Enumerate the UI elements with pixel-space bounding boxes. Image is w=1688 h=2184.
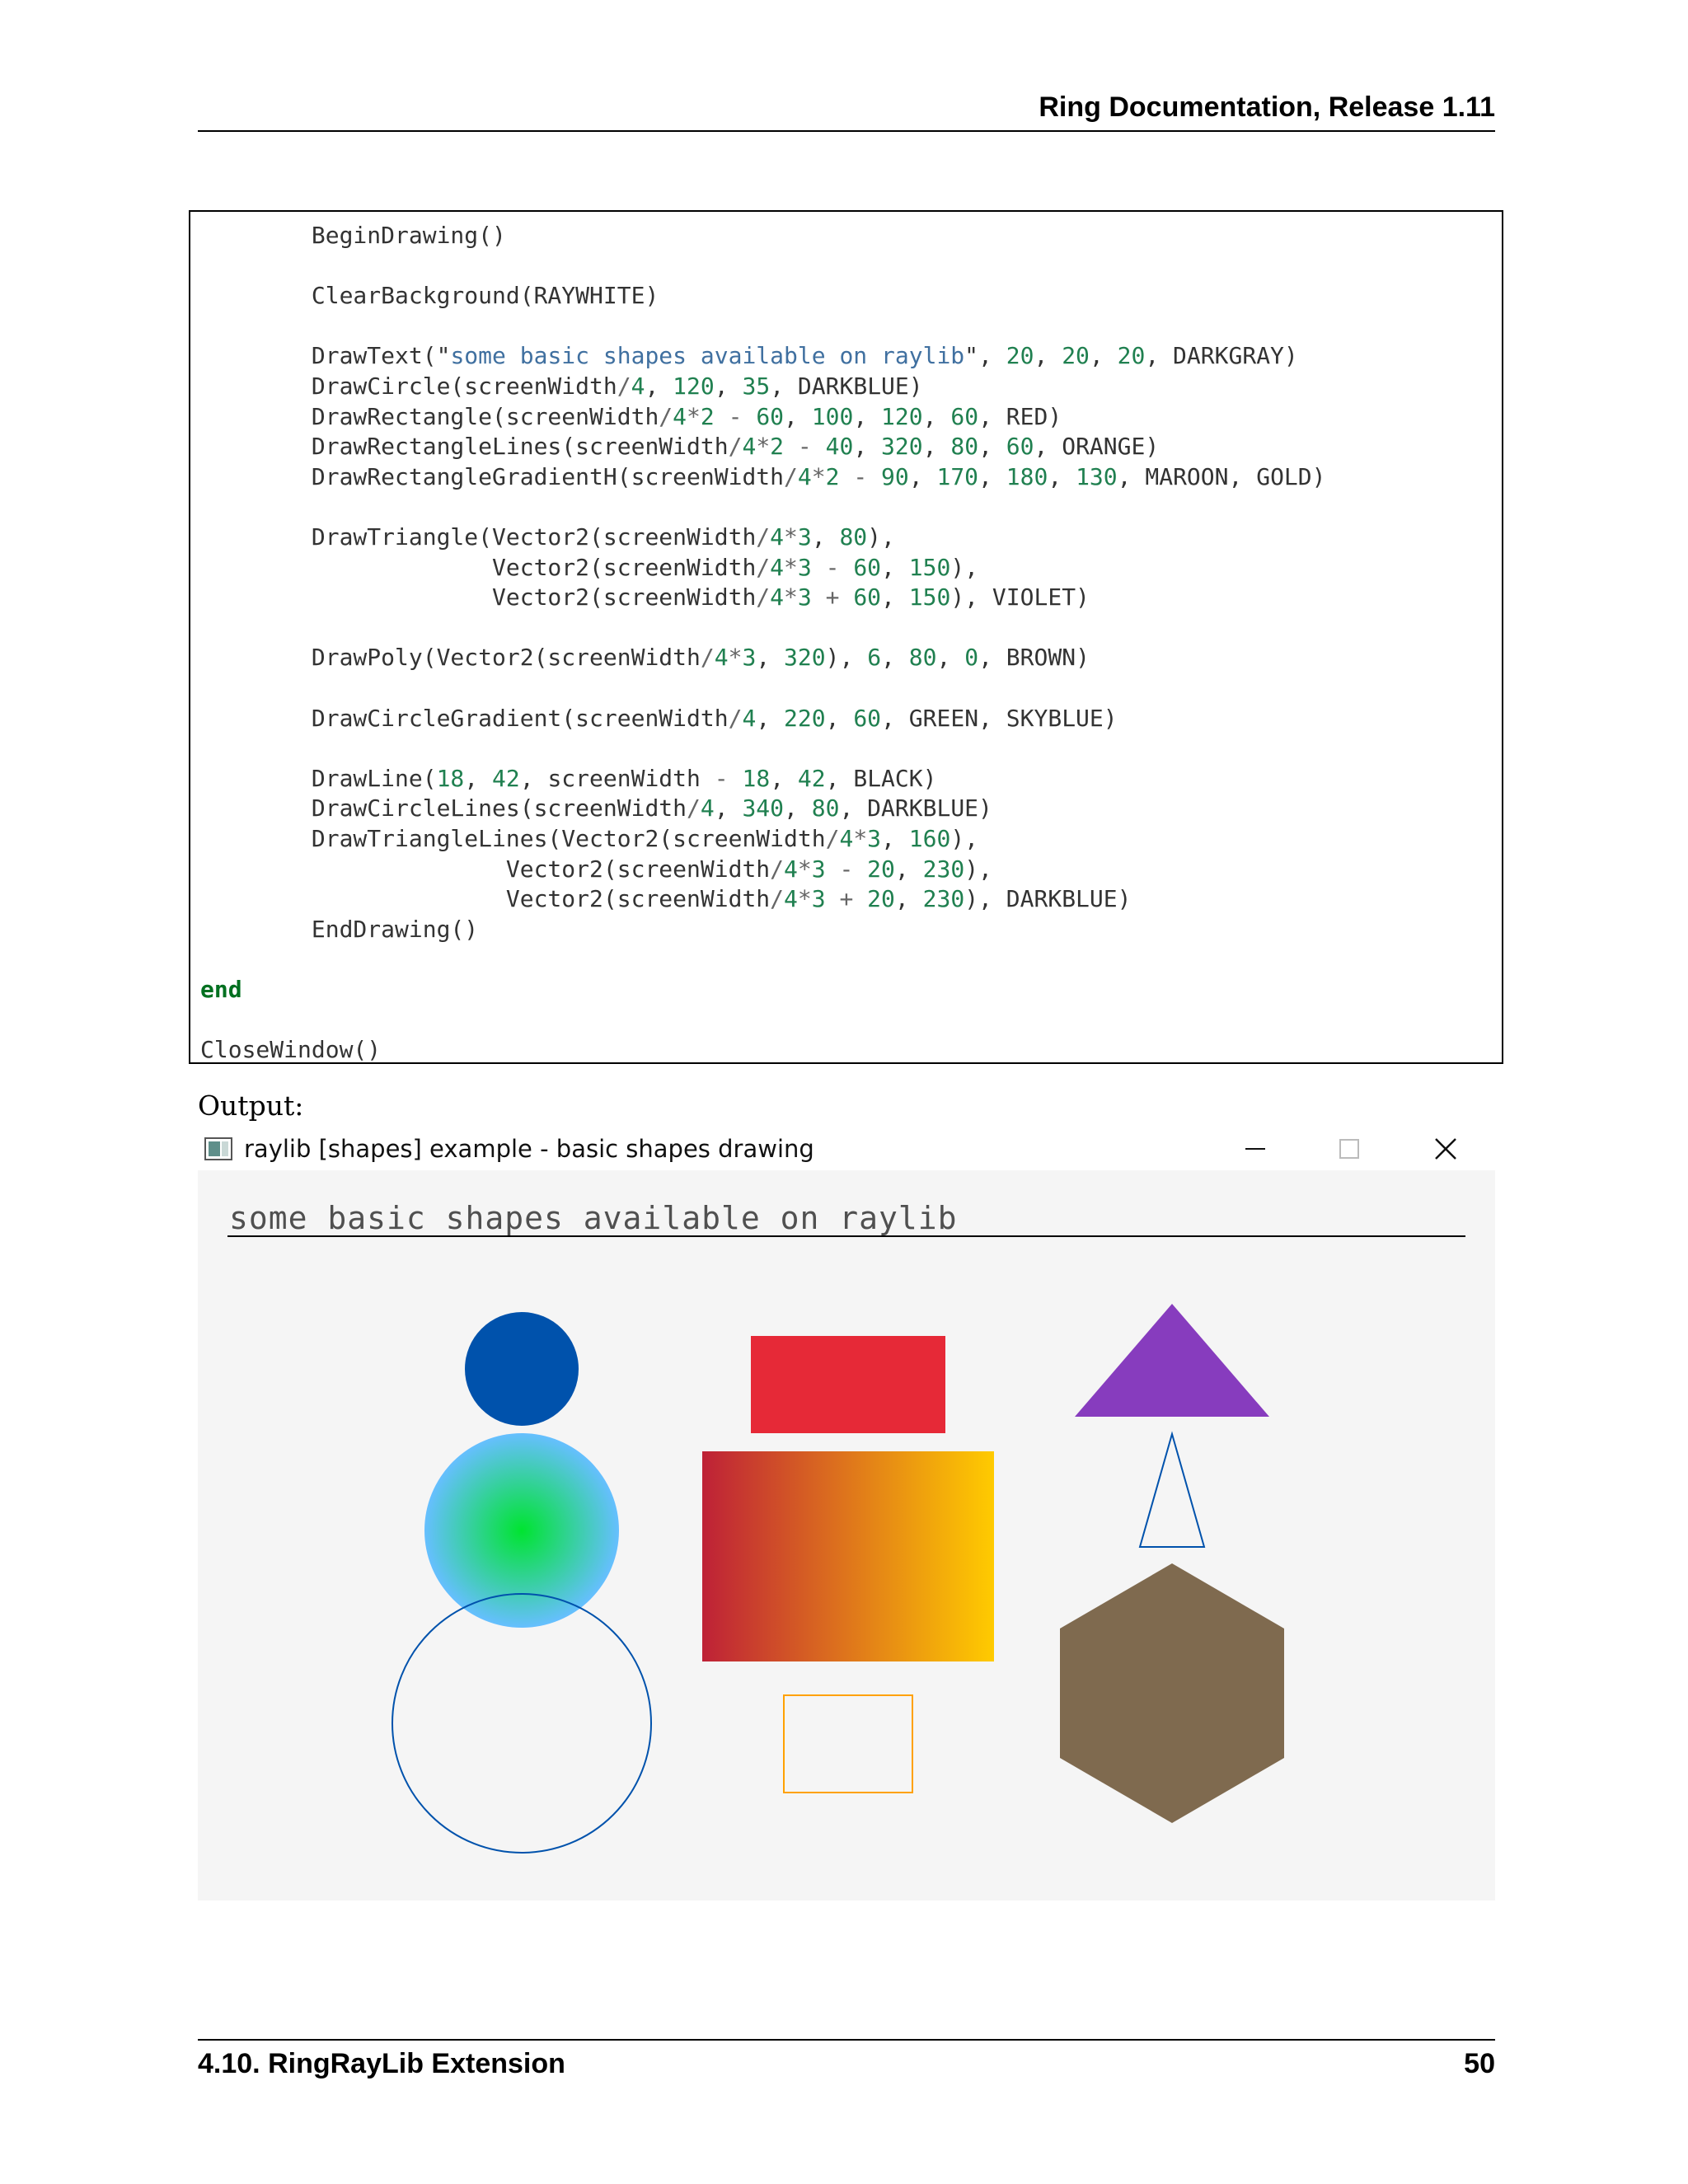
- code-line: EndDrawing(): [200, 915, 479, 943]
- brown-hexagon: [1060, 1563, 1284, 1823]
- app-icon: [204, 1137, 232, 1160]
- code-block: BeginDrawing() ClearBackground(RAYWHITE)…: [189, 210, 1503, 1064]
- page-header-title: Ring Documentation, Release 1.11: [1039, 91, 1495, 123]
- raylib-canvas: some basic shapes available on raylib: [198, 1170, 1495, 1900]
- canvas-text: some basic shapes available on raylib: [229, 1200, 958, 1236]
- code-line: DrawRectangle(screenWidth/4*2 - 60, 100,…: [200, 402, 1062, 430]
- maximize-button[interactable]: [1324, 1132, 1373, 1165]
- gradient-circle: [424, 1433, 619, 1628]
- close-button[interactable]: [1419, 1132, 1469, 1165]
- page-number: 50: [1464, 2048, 1495, 2079]
- footer-rule: [198, 2039, 1495, 2041]
- code-line: Vector2(screenWidth/4*3 - 60, 150),: [200, 553, 979, 581]
- close-icon: [1435, 1138, 1456, 1160]
- window-titlebar[interactable]: raylib [shapes] example - basic shapes d…: [198, 1127, 1495, 1170]
- footer-section: 4.10. RingRayLib Extension: [198, 2048, 565, 2079]
- window-title: raylib [shapes] example - basic shapes d…: [244, 1135, 814, 1163]
- code-line: DrawCircleGradient(screenWidth/4, 220, 6…: [200, 704, 1118, 732]
- code-line: ClearBackground(RAYWHITE): [200, 282, 659, 310]
- code-line: BeginDrawing(): [200, 222, 506, 249]
- code-line: Vector2(screenWidth/4*3 - 20, 230),: [200, 855, 992, 883]
- orange-rectangle-outline: [783, 1694, 913, 1793]
- code-line: DrawRectangleGradientH(screenWidth/4*2 -…: [200, 462, 1326, 490]
- red-rectangle: [751, 1336, 945, 1433]
- code-line: Vector2(screenWidth/4*3 + 20, 230), DARK…: [200, 885, 1132, 913]
- output-label: Output:: [198, 1090, 304, 1122]
- violet-triangle: [1075, 1304, 1269, 1417]
- header-rule: [198, 130, 1495, 132]
- minimize-icon: [1245, 1148, 1265, 1150]
- gradient-rectangle: [702, 1451, 994, 1661]
- minimize-button[interactable]: [1231, 1132, 1280, 1165]
- code-line: DrawCircleLines(screenWidth/4, 340, 80, …: [200, 794, 992, 823]
- circle-outline: [392, 1593, 652, 1854]
- code-line: DrawText("some basic shapes available on…: [200, 342, 1298, 370]
- code-line: DrawRectangleLines(screenWidth/4*2 - 40,…: [200, 433, 1160, 461]
- code-line: DrawTriangle(Vector2(screenWidth/4*3, 80…: [200, 523, 895, 551]
- darkblue-circle: [465, 1312, 579, 1426]
- code-line: DrawPoly(Vector2(screenWidth/4*3, 320), …: [200, 644, 1090, 672]
- code-line: CloseWindow(): [200, 1036, 382, 1064]
- code-line: DrawCircle(screenWidth/4, 120, 35, DARKB…: [200, 373, 923, 400]
- code-line: Vector2(screenWidth/4*3 + 60, 150), VIOL…: [200, 583, 1090, 612]
- maximize-icon: [1339, 1139, 1359, 1159]
- code-line: end: [200, 976, 242, 1003]
- triangle-outline: [1138, 1431, 1206, 1548]
- code-line: DrawLine(18, 42, screenWidth - 18, 42, B…: [200, 764, 937, 792]
- code-line: DrawTriangleLines(Vector2(screenWidth/4*…: [200, 825, 979, 852]
